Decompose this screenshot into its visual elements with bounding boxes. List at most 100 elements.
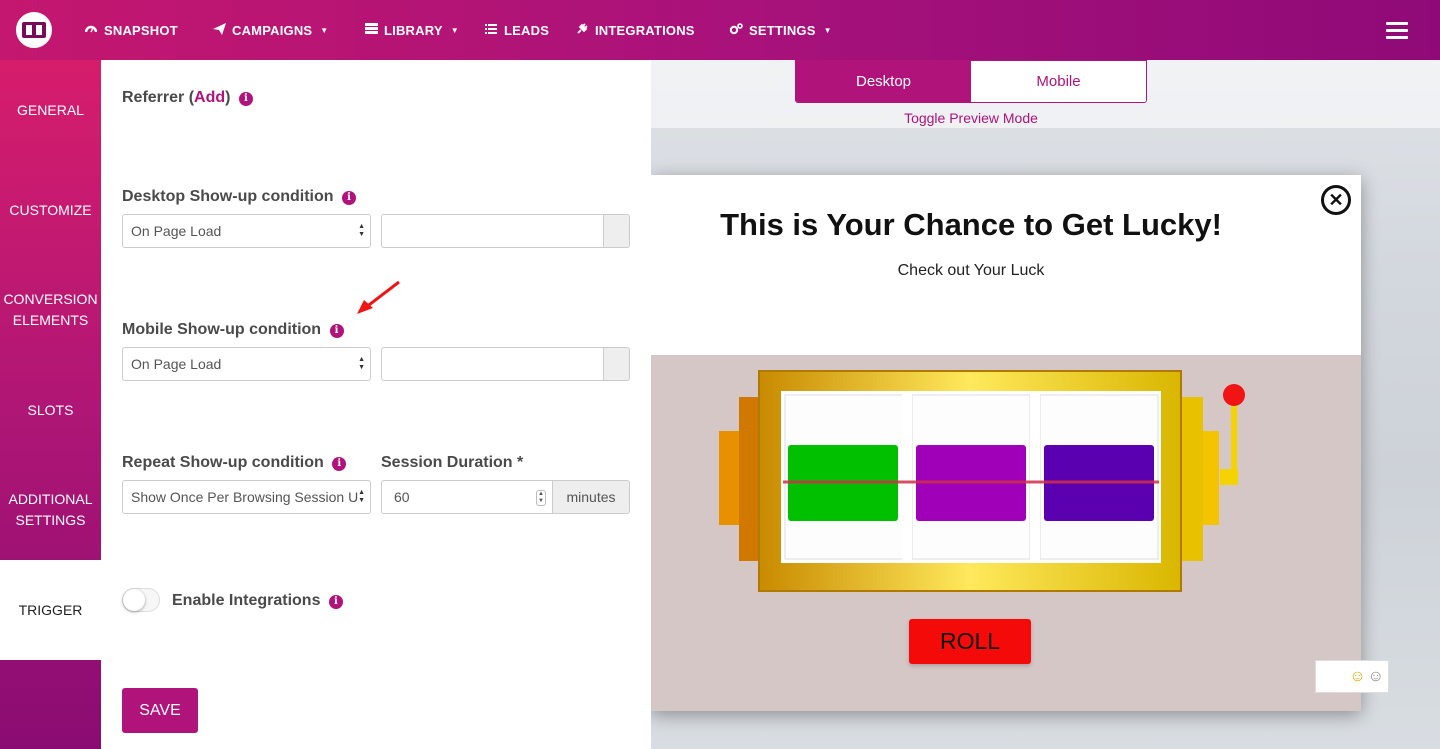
nav-label: INTEGRATIONS [595, 22, 695, 38]
chevron-down-icon: ▼ [320, 25, 329, 35]
lever-arm [1231, 397, 1237, 477]
emoji-widget[interactable]: ☺ ☺ [1315, 660, 1389, 693]
repeat-showup-label: Repeat Show-up condition i [122, 454, 347, 472]
nav-label: LIBRARY [384, 22, 443, 38]
plug-icon [575, 22, 589, 38]
save-button[interactable]: SAVE [122, 688, 198, 733]
info-icon[interactable]: i [332, 457, 347, 471]
popup-preview: This is Your Chance to Get Lucky! Check … [651, 175, 1361, 711]
select-value: On Page Load [131, 356, 222, 372]
slot-machine [719, 370, 1245, 592]
lever-base [1220, 469, 1238, 485]
info-icon[interactable]: i [238, 92, 253, 106]
nav-settings[interactable]: SETTINGS ▼ [729, 0, 832, 60]
nav-campaigns[interactable]: CAMPAIGNS ▼ [212, 0, 328, 60]
tab-label: SLOTS [27, 401, 74, 418]
slot-machine-area: ROLL [651, 355, 1361, 711]
tab-conversion-elements[interactable]: CONVERSION ELEMENTS [0, 260, 101, 360]
mobile-mode-button[interactable]: Mobile [971, 61, 1146, 102]
mobile-showup-value-group [381, 347, 630, 381]
referrer-label: Referrer (Add) i [122, 89, 253, 107]
integrations-label: Enable Integrations i [172, 592, 343, 610]
menu-icon[interactable] [1386, 22, 1408, 40]
tab-customize[interactable]: CUSTOMIZE [0, 160, 101, 260]
list-icon [484, 23, 498, 37]
integrations-label-text: Enable Integrations [172, 592, 321, 609]
session-duration-input[interactable]: 60 ▲ ▼ [381, 480, 553, 514]
emoji-add-icon: ☺ [1349, 667, 1366, 685]
referrer-add-link[interactable]: Add [194, 89, 225, 106]
mobile-showup-label-text: Mobile Show-up condition [122, 321, 322, 338]
info-icon[interactable]: i [342, 191, 356, 205]
integrations-toggle[interactable] [122, 588, 160, 612]
nav-library[interactable]: LIBRARY ▼ [364, 0, 459, 60]
desktop-showup-label-text: Desktop Show-up condition [122, 188, 334, 205]
popup-subtitle: Check out Your Luck [897, 262, 1045, 279]
gears-icon [729, 22, 743, 38]
select-value: Show Once Per Browsing Session U [131, 489, 359, 505]
session-duration-unit: minutes [553, 480, 630, 514]
tab-label: CUSTOMIZE [9, 201, 92, 218]
side-tabs: GENERAL CUSTOMIZE CONVERSION ELEMENTS SL… [0, 60, 101, 749]
nav-integrations[interactable]: INTEGRATIONS [575, 0, 695, 60]
tab-general[interactable]: GENERAL [0, 60, 101, 160]
nav-leads[interactable]: LEADS [484, 0, 549, 60]
desktop-showup-addon [604, 214, 630, 248]
library-icon [364, 23, 378, 37]
select-arrows-icon: ▲ ▼ [358, 223, 365, 238]
nav-label: LEADS [504, 22, 550, 38]
top-nav: SNAPSHOT CAMPAIGNS ▼ LIBRARY ▼ LEADS INT… [0, 0, 1440, 60]
desktop-showup-select[interactable]: On Page Load ▲ ▼ [122, 214, 371, 248]
mobile-showup-label: Mobile Show-up condition i [122, 321, 344, 339]
smile-icon: ☺ [1367, 667, 1384, 685]
referrer-label-close: ) [225, 89, 231, 106]
red-arrow-annotation [357, 280, 400, 314]
number-spinner-icon[interactable]: ▲ ▼ [536, 490, 546, 506]
app-logo[interactable] [16, 12, 52, 48]
slot-side-left-inner [739, 397, 761, 561]
reel-divider [1030, 391, 1040, 563]
reel-divider [902, 391, 912, 563]
chevron-down-icon: ▼ [823, 25, 832, 35]
lever-knob [1223, 384, 1245, 406]
roll-button[interactable]: ROLL [909, 619, 1031, 664]
slot-side-left-outer [719, 431, 739, 525]
desktop-showup-value-group [381, 214, 630, 248]
tab-label: ADDITIONAL SETTINGS [8, 491, 93, 528]
slot-side-right-inner [1181, 397, 1203, 561]
desktop-mode-button[interactable]: Desktop [796, 61, 971, 102]
nav-snapshot[interactable]: SNAPSHOT [84, 0, 178, 60]
mobile-showup-value-input[interactable] [381, 347, 604, 381]
desktop-showup-label: Desktop Show-up condition i [122, 188, 356, 206]
trigger-settings-panel: Referrer (Add) i Desktop Show-up conditi… [101, 60, 651, 749]
chevron-down-icon: ▼ [450, 25, 459, 35]
desktop-showup-value-input[interactable] [381, 214, 604, 248]
select-arrows-icon: ▲ ▼ [358, 356, 365, 371]
preview-area: Desktop Mobile Toggle Preview Mode This … [651, 60, 1440, 749]
tab-label: CONVERSION ELEMENTS [3, 291, 98, 328]
preview-mode-switch: Desktop Mobile [795, 60, 1147, 103]
info-icon[interactable]: i [328, 595, 343, 609]
tab-additional-settings[interactable]: ADDITIONAL SETTINGS [0, 460, 101, 560]
tab-label: TRIGGER [18, 601, 83, 618]
tab-trigger[interactable]: TRIGGER [0, 560, 101, 660]
session-duration-label: Session Duration * [381, 454, 524, 471]
session-duration-group: 60 ▲ ▼ minutes [381, 480, 630, 514]
repeat-showup-select[interactable]: Show Once Per Browsing Session U ▲ ▼ [122, 480, 371, 514]
paper-plane-icon [212, 22, 226, 38]
select-arrows-icon: ▲ ▼ [358, 489, 365, 504]
nav-label: SETTINGS [749, 22, 816, 38]
info-icon[interactable]: i [329, 324, 344, 338]
session-duration-value: 60 [394, 489, 410, 505]
select-value: On Page Load [131, 223, 222, 239]
nav-label: SNAPSHOT [104, 22, 178, 38]
mobile-showup-addon [604, 347, 630, 381]
mobile-showup-select[interactable]: On Page Load ▲ ▼ [122, 347, 371, 381]
nav-label: CAMPAIGNS [232, 22, 313, 38]
toggle-preview-link[interactable]: Toggle Preview Mode [795, 110, 1147, 126]
tab-slots[interactable]: SLOTS [0, 360, 101, 460]
popup-title: This is Your Chance to Get Lucky! [720, 207, 1222, 242]
dashboard-icon [84, 23, 98, 37]
tab-label: GENERAL [17, 101, 84, 118]
close-icon[interactable]: ✕ [1321, 185, 1351, 215]
